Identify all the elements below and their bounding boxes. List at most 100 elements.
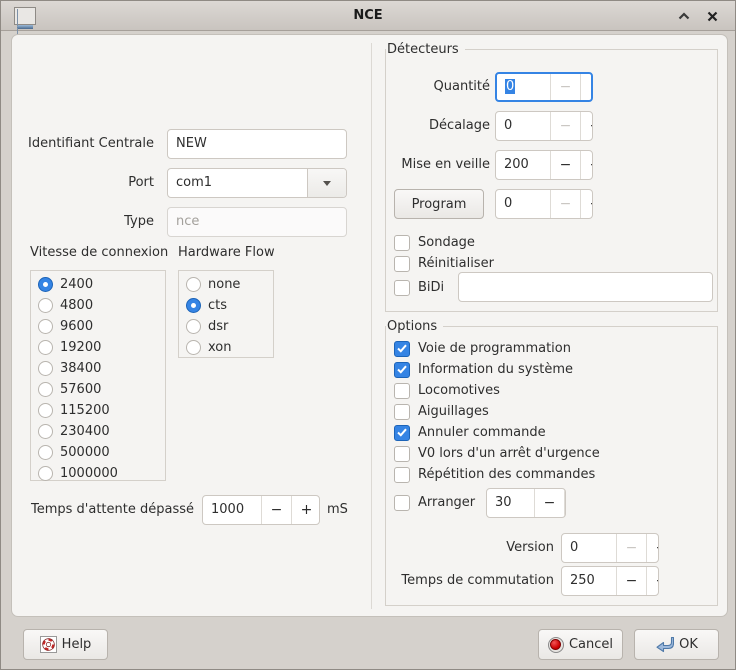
plus-button[interactable]: + xyxy=(291,496,320,524)
radio-icon xyxy=(38,319,53,334)
radio-icon xyxy=(186,277,201,292)
bidi-checkbox[interactable]: BiDi xyxy=(394,277,444,298)
help-icon xyxy=(40,636,57,653)
window-menu-icon[interactable] xyxy=(14,7,36,25)
program-button[interactable]: Program xyxy=(394,189,484,219)
plus-button[interactable]: + xyxy=(580,190,593,218)
quantite-value[interactable]: 0 xyxy=(497,74,550,100)
radio-icon xyxy=(38,445,53,460)
chevron-up-icon xyxy=(678,12,690,20)
option-checkbox[interactable]: Voie de programmation xyxy=(394,338,600,359)
speed-option[interactable]: 1000000 xyxy=(31,463,165,484)
port-dropdown-button[interactable] xyxy=(307,169,346,197)
speed-option[interactable]: 4800 xyxy=(31,295,165,316)
timeout-value[interactable]: 1000 xyxy=(203,496,261,524)
checkbox-icon xyxy=(394,383,410,399)
version-spinner: 0 − + xyxy=(561,533,659,563)
plus-button[interactable]: + xyxy=(580,112,593,140)
temps-commutation-value[interactable]: 250 xyxy=(562,567,616,595)
arranger-spinner: 30 − + xyxy=(486,488,566,518)
speed-option[interactable]: 57600 xyxy=(31,379,165,400)
bidi-input[interactable] xyxy=(458,272,713,302)
speed-option[interactable]: 115200 xyxy=(31,400,165,421)
ok-button[interactable]: OK xyxy=(634,629,719,660)
window-title: NCE xyxy=(1,8,735,23)
temps-commutation-label: Temps de commutation xyxy=(386,566,554,596)
speed-option[interactable]: 2400 xyxy=(31,274,165,295)
flow-option[interactable]: xon xyxy=(179,337,273,358)
option-checkbox[interactable]: Aiguillages xyxy=(394,401,600,422)
options-group: Options Voie de programmation Informatio… xyxy=(385,326,718,606)
arranger-value[interactable]: 30 xyxy=(487,489,534,517)
plus-button[interactable]: + xyxy=(580,151,593,179)
speed-option[interactable]: 38400 xyxy=(31,358,165,379)
version-value[interactable]: 0 xyxy=(562,534,616,562)
checkbox-icon xyxy=(394,404,410,420)
minus-button[interactable]: − xyxy=(616,567,646,595)
checkbox-icon xyxy=(394,467,410,483)
minus-button[interactable]: − xyxy=(261,496,291,524)
radio-icon xyxy=(38,403,53,418)
hardware-flow-radio-group: none cts dsr xon xyxy=(178,270,274,358)
plus-button[interactable]: + xyxy=(564,489,566,517)
mise-en-veille-label: Mise en veille xyxy=(386,150,490,180)
plus-button[interactable]: + xyxy=(646,534,659,562)
close-button[interactable] xyxy=(701,6,723,26)
plus-button[interactable]: + xyxy=(580,74,593,100)
panel-divider xyxy=(371,43,372,609)
ok-enter-arrow-icon xyxy=(655,636,674,653)
option-checkbox[interactable]: Répétition des commandes xyxy=(394,464,600,485)
type-label: Type xyxy=(12,207,154,237)
cancel-button[interactable]: Cancel xyxy=(538,629,623,660)
decalage-label: Décalage xyxy=(386,111,490,141)
minus-button[interactable]: − xyxy=(550,151,580,179)
checkbox-icon xyxy=(394,280,410,296)
dialog-content: Identifiant Centrale NEW Port com1 Type … xyxy=(11,34,728,617)
minus-button[interactable]: − xyxy=(534,489,564,517)
option-checkbox[interactable]: V0 lors d'un arrêt d'urgence xyxy=(394,443,600,464)
minus-button[interactable]: − xyxy=(550,112,580,140)
identifiant-centrale-input[interactable]: NEW xyxy=(167,129,347,159)
speed-option[interactable]: 9600 xyxy=(31,316,165,337)
option-checkbox[interactable]: Locomotives xyxy=(394,380,600,401)
minus-button[interactable]: − xyxy=(616,534,646,562)
checkbox-icon xyxy=(394,495,410,511)
arranger-checkbox[interactable]: Arranger xyxy=(394,492,475,513)
checkbox-icon xyxy=(394,341,410,357)
identifiant-centrale-label: Identifiant Centrale xyxy=(12,129,154,159)
option-checkbox[interactable]: Information du système xyxy=(394,359,600,380)
flow-option[interactable]: cts xyxy=(179,295,273,316)
radio-icon xyxy=(186,340,201,355)
timeout-spinner: 1000 − + xyxy=(202,495,320,525)
plus-button[interactable]: + xyxy=(646,567,659,595)
speed-option[interactable]: 500000 xyxy=(31,442,165,463)
cancel-icon xyxy=(548,637,564,653)
radio-icon xyxy=(186,319,201,334)
program-spinner: 0 − + xyxy=(495,189,593,219)
minus-button[interactable]: − xyxy=(550,74,580,100)
checkbox-icon xyxy=(394,235,410,251)
radio-icon xyxy=(38,382,53,397)
port-combobox[interactable]: com1 xyxy=(167,168,347,198)
decalage-spinner: 0 − + xyxy=(495,111,593,141)
quantite-spinner: 0 − + xyxy=(495,72,593,102)
nce-dialog-window: NCE Identifiant Centrale NEW Port com1 T… xyxy=(0,0,736,670)
titlebar[interactable]: NCE xyxy=(1,1,735,31)
decalage-value[interactable]: 0 xyxy=(496,112,550,140)
help-button[interactable]: Help xyxy=(23,629,108,660)
mise-en-veille-spinner: 200 − + xyxy=(495,150,593,180)
close-icon xyxy=(707,11,718,22)
minus-button[interactable]: − xyxy=(550,190,580,218)
checkbox-icon xyxy=(394,256,410,272)
speed-option[interactable]: 230400 xyxy=(31,421,165,442)
flow-option[interactable]: dsr xyxy=(179,316,273,337)
detecteurs-group: Détecteurs Quantité 0 − + Décalage 0 − +… xyxy=(385,49,718,312)
speed-option[interactable]: 19200 xyxy=(31,337,165,358)
shade-button[interactable] xyxy=(673,6,695,26)
reinitialiser-checkbox[interactable]: Réinitialiser xyxy=(394,253,494,274)
option-checkbox[interactable]: Annuler commande xyxy=(394,422,600,443)
mise-en-veille-value[interactable]: 200 xyxy=(496,151,550,179)
program-value[interactable]: 0 xyxy=(496,190,550,218)
flow-option[interactable]: none xyxy=(179,274,273,295)
sondage-checkbox[interactable]: Sondage xyxy=(394,232,475,253)
